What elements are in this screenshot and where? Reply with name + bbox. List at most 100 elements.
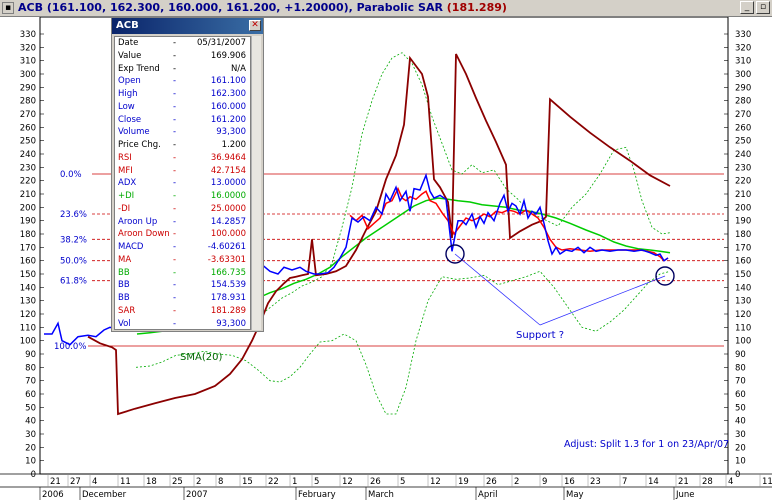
x-month-label: June (675, 490, 695, 500)
data-row-label: BB (118, 293, 130, 303)
y-tick-right: 170 (735, 243, 751, 253)
data-row-separator: - (173, 63, 177, 74)
data-window[interactable]: ACB ✕ Date - 05/31/2007 Value - 169.906 Exp Tr… (111, 17, 264, 332)
data-row-value: 166.735 (210, 267, 246, 278)
data-row-separator: - (173, 127, 177, 138)
data-row-label: Date (118, 38, 139, 48)
sma-label: SMA(20) (180, 352, 222, 363)
data-row-value: 100.000 (210, 229, 246, 240)
y-tick-right: 230 (735, 163, 751, 173)
y-tick-right: 150 (735, 270, 751, 280)
data-row: Aroon Down - 100.000 (115, 228, 250, 241)
data-row-value: 160.000 (210, 101, 246, 112)
x-month-label: February (298, 490, 336, 500)
data-row: Date - 05/31/2007 (115, 37, 250, 50)
data-row-separator: - (173, 254, 177, 265)
data-row-label: Volume (118, 127, 150, 138)
y-tick-right: 50 (735, 403, 746, 413)
data-row-label: Close (118, 114, 142, 125)
data-row-value: 93,300 (216, 127, 246, 138)
y-tick-left: 160 (20, 257, 36, 267)
y-tick-right: 310 (735, 57, 751, 67)
x-day-label: 2 (196, 477, 201, 487)
fib-level-label: 61.8% (60, 277, 87, 287)
fib-level-label: 38.2% (60, 235, 87, 245)
y-tick-right: 300 (735, 70, 751, 80)
x-day-label: 21 (50, 477, 61, 487)
x-day-label: 25 (172, 477, 183, 487)
y-tick-right: 240 (735, 150, 751, 160)
data-row-value: 16.0000 (210, 191, 246, 201)
data-row-value: 93,300 (216, 318, 246, 329)
y-tick-left: 150 (20, 270, 36, 280)
y-tick-left: 310 (20, 57, 36, 67)
data-row-separator: - (173, 305, 177, 316)
data-row-value: 162.300 (210, 89, 246, 99)
y-tick-left: 50 (25, 403, 36, 413)
data-row: BB - 154.539 (115, 279, 250, 292)
y-tick-right: 120 (735, 310, 751, 320)
chart-window-icon[interactable]: ▪ (2, 2, 14, 14)
title-bar: ▪ ACB (161.100, 162.300, 160.000, 161.20… (0, 0, 772, 17)
data-row-label: SAR (118, 305, 136, 316)
y-tick-right: 30 (735, 430, 746, 440)
x-day-label: 21 (678, 477, 689, 487)
minimize-button[interactable]: _ (740, 1, 754, 14)
data-row-label: MFI (118, 165, 133, 176)
data-row-value: 181.289 (210, 305, 246, 316)
split-annotation: Adjust: Split 1.3 for 1 on 23/Apr/07 (564, 439, 729, 450)
y-tick-left: 40 (25, 417, 36, 427)
data-row-value: 13.0000 (210, 178, 246, 189)
y-tick-right: 280 (735, 97, 751, 107)
y-tick-right: 140 (735, 283, 751, 293)
x-day-label: 4 (728, 477, 733, 487)
data-window-header[interactable]: ACB ✕ (112, 18, 263, 34)
y-tick-right: 220 (735, 177, 751, 187)
y-tick-right: 130 (735, 297, 751, 307)
data-row-separator: - (173, 101, 177, 112)
data-row-separator: - (173, 229, 177, 240)
data-row-separator: - (173, 191, 177, 201)
y-tick-left: 280 (20, 97, 36, 107)
data-row: Volume - 93,300 (115, 126, 250, 139)
data-row: High - 162.300 (115, 88, 250, 101)
y-tick-right: 0 (735, 470, 740, 480)
data-row-separator: - (173, 280, 177, 291)
data-window-scrollbar[interactable] (251, 36, 261, 330)
y-tick-right: 20 (735, 443, 746, 453)
data-row: Close - 161.200 (115, 114, 250, 127)
data-row: ADX - 13.0000 (115, 177, 250, 190)
y-tick-left: 330 (20, 30, 36, 40)
y-tick-right: 250 (735, 137, 751, 147)
y-tick-left: 20 (25, 443, 36, 453)
data-row-value: 161.100 (210, 76, 246, 87)
x-day-label: 11 (120, 477, 131, 487)
x-day-label: 5 (400, 477, 405, 487)
data-row-separator: - (173, 293, 177, 303)
close-icon[interactable]: ✕ (249, 20, 261, 31)
data-row-separator: - (173, 318, 177, 329)
x-day-label: 16 (564, 477, 575, 487)
y-tick-left: 290 (20, 83, 36, 93)
y-tick-right: 180 (735, 230, 751, 240)
x-month-label: December (82, 490, 127, 500)
data-row-label: RSI (118, 152, 132, 163)
data-row-label: Aroon Up (118, 216, 158, 227)
fib-level-label: 0.0% (60, 170, 82, 180)
y-tick-right: 110 (735, 323, 751, 333)
y-tick-left: 270 (20, 110, 36, 120)
data-row-separator: - (173, 89, 177, 99)
x-day-label: 12 (342, 477, 353, 487)
data-row: Aroon Up - 14.2857 (115, 216, 250, 229)
data-row-separator: - (173, 242, 177, 252)
title-indicator: Parabolic SAR (356, 1, 443, 14)
data-window-title: ACB (116, 20, 139, 31)
data-row-value: 36.9464 (210, 152, 246, 163)
data-row-label: MA (118, 254, 132, 265)
x-day-label: 11 (762, 477, 772, 487)
restore-icon[interactable]: ▫ (756, 1, 770, 14)
data-row-value: N/A (230, 63, 246, 74)
y-tick-left: 200 (20, 203, 36, 213)
data-row-value: -4.60261 (207, 242, 246, 252)
y-tick-left: 140 (20, 283, 36, 293)
